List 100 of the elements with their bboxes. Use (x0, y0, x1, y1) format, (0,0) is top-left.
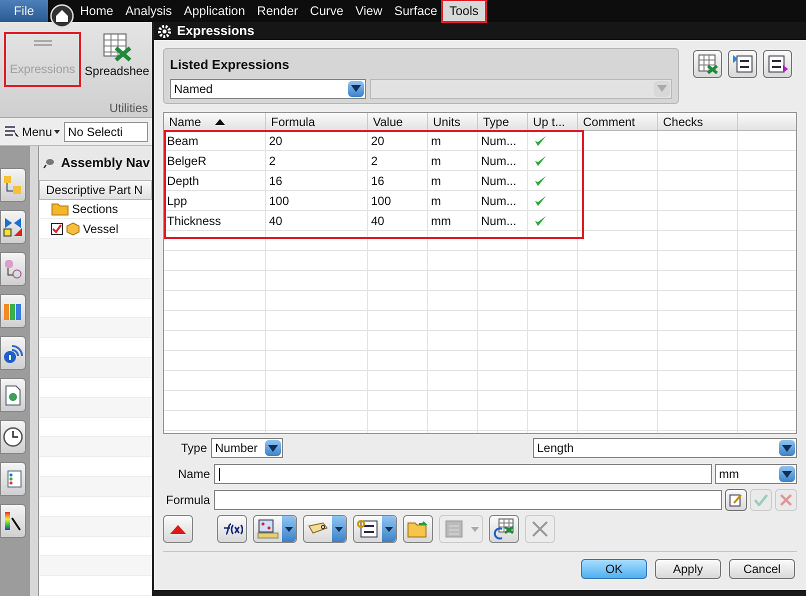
tree-item[interactable]: Sections (72, 200, 118, 218)
menu-item[interactable]: Home (74, 1, 120, 21)
constraint-icon[interactable] (2, 216, 24, 238)
navigator-title: Assembly Nav (61, 154, 150, 172)
formula-field[interactable] (214, 490, 722, 510)
filter-dropdown[interactable]: Named (170, 78, 366, 98)
name-label: Name (176, 466, 211, 483)
column-header[interactable]: Type (478, 113, 528, 130)
column-header[interactable]: Descriptive Part N (39, 180, 152, 200)
dialog-button[interactable]: Cancel (729, 559, 795, 579)
table-cell: m (428, 131, 478, 150)
table-cell: m (428, 151, 478, 170)
folder-icon (407, 520, 429, 538)
measure-button[interactable] (253, 515, 297, 543)
column-header[interactable]: Value (368, 113, 428, 130)
column-header[interactable]: Comment (578, 113, 658, 130)
check-icon (754, 494, 768, 506)
menu-item[interactable]: Surface (388, 1, 444, 21)
cube-icon (66, 222, 80, 236)
menu-item[interactable]: Render (251, 1, 304, 21)
menu-item[interactable]: Analysis (119, 1, 178, 21)
tag-button[interactable] (303, 515, 347, 543)
column-header[interactable]: Formula (266, 113, 368, 130)
open-folder-button[interactable] (403, 515, 433, 543)
parameter-list-icon (766, 54, 788, 74)
table-cell: m (428, 191, 478, 210)
parameter-list-icon (357, 519, 379, 539)
group-label: Utilities (109, 100, 149, 117)
table-cell: Num... (478, 211, 528, 230)
table-cell: mm (428, 211, 478, 230)
equals-icon (32, 40, 52, 46)
check-icon (534, 134, 547, 146)
column-header[interactable]: Name (164, 113, 266, 130)
column-header[interactable]: Up t... (528, 113, 578, 130)
table-cell: 2 (368, 151, 428, 170)
table-cell: Num... (478, 151, 528, 170)
spreadsheet-icon (102, 32, 132, 62)
table-cell: Thickness (164, 211, 266, 230)
pin-icon[interactable] (43, 156, 55, 169)
caret-icon (285, 526, 293, 532)
table-cell: Num... (478, 171, 528, 190)
table-cell: Beam (164, 131, 266, 150)
triangle-up-icon (170, 524, 186, 534)
group-title: Listed Expressions (170, 56, 290, 74)
function-icon (221, 522, 243, 536)
table-cell: 40 (368, 211, 428, 230)
edit-formula-button[interactable] (725, 489, 747, 511)
menu-item[interactable]: Curve (304, 1, 350, 21)
column-header[interactable]: Units (428, 113, 478, 130)
refresh-spreadsheet-button[interactable] (489, 515, 519, 543)
dialog-button[interactable]: Apply (655, 559, 721, 579)
type-dropdown[interactable]: Number (211, 438, 283, 458)
name-field[interactable] (214, 464, 712, 484)
hierarchy-icon[interactable] (2, 174, 24, 196)
menu-button[interactable]: Menu (4, 122, 60, 140)
parameter-list-icon (732, 54, 754, 74)
menu-item[interactable]: Tools (443, 1, 485, 21)
formula-label: Formula (164, 492, 211, 509)
sort-ascending-icon (215, 118, 226, 124)
collapse-button[interactable] (163, 515, 193, 543)
spreadsheet-icon (698, 54, 718, 74)
caret-icon (335, 526, 343, 532)
dialog-button[interactable]: OK (581, 559, 647, 579)
table-cell: m (428, 171, 478, 190)
spreadsheet-button[interactable]: Spreadshee (84, 32, 150, 87)
ruler-icon (257, 519, 279, 539)
menu-item[interactable]: View (349, 1, 388, 21)
checkbox[interactable] (51, 222, 63, 235)
units-dropdown[interactable]: mm (715, 464, 797, 484)
check-icon (534, 214, 547, 226)
menu-item[interactable]: Application (178, 1, 252, 21)
close-icon (532, 521, 548, 537)
caret-icon (385, 526, 393, 532)
check-icon (534, 154, 547, 166)
table-cell: 100 (266, 191, 368, 210)
selection-filter[interactable]: No Selecti (64, 122, 148, 142)
dimension-dropdown[interactable]: Length (533, 438, 797, 458)
parameter-button[interactable] (353, 515, 397, 543)
table-cell: BelgeR (164, 151, 266, 170)
spreadsheet-icon (493, 518, 515, 540)
export-button[interactable] (763, 50, 792, 78)
export-spreadsheet-button[interactable] (693, 50, 722, 78)
tree-item[interactable]: Vessel (83, 220, 118, 238)
column-header[interactable]: Checks (658, 113, 738, 130)
menu-icon (4, 124, 20, 138)
table-cell: 40 (266, 211, 368, 230)
import-button[interactable] (728, 50, 757, 78)
type-label: Type (180, 440, 208, 457)
table-cell: 16 (266, 171, 368, 190)
check-icon (534, 174, 547, 186)
function-button[interactable] (217, 515, 247, 543)
table-cell: Num... (478, 191, 528, 210)
clock-icon[interactable] (2, 426, 24, 448)
table-cell: 20 (266, 131, 368, 150)
gear-icon[interactable] (158, 24, 171, 38)
info-feed-icon[interactable] (2, 342, 24, 364)
dialog-title: Expressions (177, 22, 254, 40)
edit-icon (729, 493, 743, 507)
menu-item[interactable]: File (0, 0, 48, 22)
table-cell: 100 (368, 191, 428, 210)
